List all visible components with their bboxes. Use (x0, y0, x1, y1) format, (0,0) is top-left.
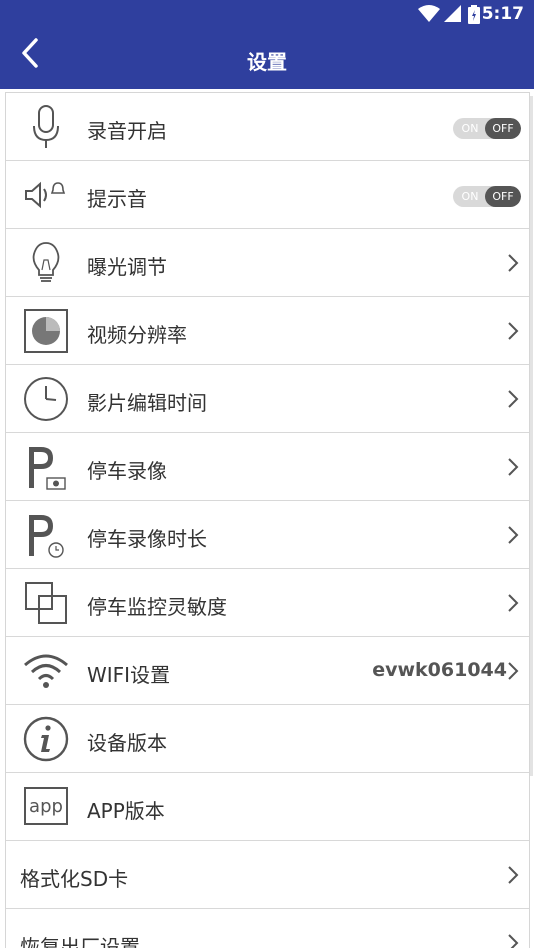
setting-label: 设备版本 (87, 731, 167, 755)
setting-label: WIFI设置 (87, 663, 171, 687)
chevron-right-icon (508, 866, 519, 884)
parking-clock-icon (29, 515, 64, 558)
page-title: 设置 (247, 50, 287, 74)
recording-toggle[interactable]: ON OFF (453, 118, 521, 139)
parking-camera-icon (29, 447, 66, 490)
info-icon (23, 716, 69, 762)
chevron-right-icon (508, 526, 519, 544)
setting-row-parking-recording[interactable]: 停车录像 (6, 433, 529, 501)
setting-label: 曝光调节 (87, 255, 167, 279)
speaker-bell-icon (25, 181, 66, 209)
app-icon: app (24, 787, 68, 825)
chevron-right-icon (508, 458, 519, 476)
resolution-icon (24, 309, 68, 353)
setting-row-factory-reset[interactable]: 恢复出厂设置 (6, 909, 529, 948)
setting-label: 恢复出厂设置 (20, 935, 140, 948)
setting-label: 录音开启 (87, 119, 167, 143)
setting-label: APP版本 (87, 799, 165, 823)
setting-row-wifi[interactable]: WIFI设置 evwk061044 (6, 637, 529, 705)
setting-row-parking-sensitivity[interactable]: 停车监控灵敏度 (6, 569, 529, 637)
setting-row-device-version[interactable]: 设备版本 (6, 705, 529, 773)
toggle-on-text: ON (461, 190, 479, 203)
settings-list: 录音开启 ON OFF 提示音 ON OFF 曝光调节 视频分辨率 影片编辑时间… (5, 92, 530, 948)
wifi-icon (418, 5, 440, 22)
setting-label: 提示音 (87, 187, 147, 211)
chevron-right-icon (508, 934, 519, 948)
setting-label: 停车录像 (87, 459, 167, 483)
chevron-right-icon (508, 322, 519, 340)
chevron-right-icon (508, 594, 519, 612)
toggle-off-text: OFF (485, 186, 521, 207)
setting-row-clip-edit-time[interactable]: 影片编辑时间 (6, 365, 529, 433)
setting-row-video-resolution[interactable]: 视频分辨率 (6, 297, 529, 365)
microphone-icon (33, 105, 59, 148)
setting-label: 影片编辑时间 (87, 391, 207, 415)
chevron-right-icon (508, 662, 519, 680)
lightbulb-icon (32, 242, 60, 282)
chevron-right-icon (508, 254, 519, 272)
setting-label: 格式化SD卡 (20, 867, 129, 891)
setting-label: 停车录像时长 (87, 527, 207, 551)
chevron-right-icon (508, 390, 519, 408)
app-bar: 5:17 设置 (0, 0, 534, 89)
signal-icon (444, 5, 461, 22)
toggle-off-text: OFF (485, 118, 521, 139)
toggle-on-text: ON (461, 122, 479, 135)
status-time: 5:17 (481, 4, 524, 24)
setting-label: 视频分辨率 (87, 323, 187, 347)
scrollbar[interactable] (530, 96, 533, 776)
setting-row-app-version[interactable]: app APP版本 (6, 773, 529, 841)
setting-row-parking-duration[interactable]: 停车录像时长 (6, 501, 529, 569)
setting-row-recording[interactable]: 录音开启 ON OFF (6, 93, 529, 161)
prompt-sound-toggle[interactable]: ON OFF (453, 186, 521, 207)
overlap-squares-icon (25, 582, 67, 624)
battery-icon (468, 5, 480, 24)
wifi-icon (24, 654, 68, 688)
wifi-ssid-value: evwk061044 (372, 659, 507, 681)
setting-row-format-sd[interactable]: 格式化SD卡 (6, 841, 529, 909)
status-bar: 5:17 (0, 0, 534, 28)
setting-label: 停车监控灵敏度 (87, 595, 227, 619)
app-icon-text: app (29, 796, 63, 817)
setting-row-prompt-sound[interactable]: 提示音 ON OFF (6, 161, 529, 229)
setting-row-exposure[interactable]: 曝光调节 (6, 229, 529, 297)
clock-icon (24, 377, 68, 421)
